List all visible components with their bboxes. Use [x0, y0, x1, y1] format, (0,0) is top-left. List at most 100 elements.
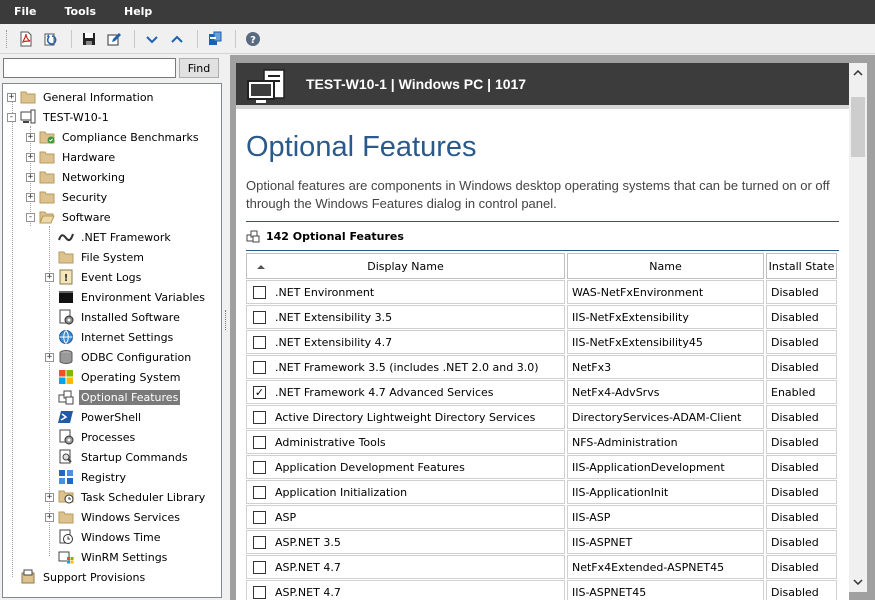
tree-node-registry[interactable]: Registry	[45, 467, 128, 487]
display-name-text: .NET Framework 3.5 (includes .NET 2.0 an…	[275, 360, 539, 374]
feature-checkbox[interactable]	[253, 485, 266, 499]
tree-node-installed-software[interactable]: Installed Software	[45, 307, 182, 327]
expand-icon[interactable]: +	[45, 512, 54, 522]
registry-icon	[58, 469, 74, 485]
feature-checkbox[interactable]	[253, 585, 266, 599]
tree-label: Windows Services	[81, 510, 180, 524]
expand-icon[interactable]: +	[26, 132, 35, 142]
tree-node-event-logs[interactable]: + ! Event Logs	[45, 267, 143, 287]
cell-name: IIS-ASPNET45	[567, 580, 764, 600]
vertical-scrollbar[interactable]	[849, 63, 867, 592]
cell-install-state: Disabled	[766, 455, 837, 479]
gears-icon	[58, 429, 74, 445]
table-row[interactable]: .NET Extensibility 4.7 IIS-NetFxExtensibi…	[246, 330, 839, 354]
tree-node-software[interactable]: - Software	[26, 207, 113, 227]
tree-node-startup-commands[interactable]: Startup Commands	[45, 447, 190, 467]
refresh-button[interactable]	[40, 28, 62, 50]
tree-node-internet-settings[interactable]: Internet Settings	[45, 327, 175, 347]
table-row[interactable]: ASP.NET 3.5 IIS-ASPNET Disabled	[246, 530, 839, 554]
expand-icon[interactable]: +	[26, 152, 35, 162]
powershell-icon	[58, 409, 74, 425]
table-row[interactable]: Application Development Features IIS-Appl…	[246, 455, 839, 479]
tree-label: Compliance Benchmarks	[62, 130, 199, 144]
tree-node-powershell[interactable]: PowerShell	[45, 407, 143, 427]
tree-node-net-framework[interactable]: .NET Framework	[45, 227, 173, 247]
tree-node-compliance-benchmarks[interactable]: + Compliance Benchmarks	[26, 127, 201, 147]
move-up-button[interactable]	[166, 28, 188, 50]
table-row[interactable]: .NET Framework 3.5 (includes .NET 2.0 an…	[246, 355, 839, 379]
tree-node-general-information[interactable]: + General Information	[7, 87, 156, 107]
cell-display-name: ASP.NET 4.7	[246, 555, 565, 579]
tree-node-windows-services[interactable]: + Windows Services	[45, 507, 182, 527]
tree-node-processes[interactable]: Processes	[45, 427, 137, 447]
console-icon	[58, 289, 74, 305]
expand-icon[interactable]: +	[45, 352, 54, 362]
tree-node-computer[interactable]: - TEST-W10-1	[7, 107, 111, 127]
scroll-up-button[interactable]	[849, 63, 867, 83]
feature-checkbox[interactable]	[253, 510, 266, 524]
header-band	[236, 105, 849, 109]
table-row[interactable]: ASP.NET 4.7 IIS-ASPNET45 Disabled	[246, 580, 839, 600]
cell-name: IIS-ApplicationDevelopment	[567, 455, 764, 479]
table-row[interactable]: .NET Environment WAS-NetFxEnvironment Disa…	[246, 280, 839, 304]
tree-node-operating-system[interactable]: Operating System	[45, 367, 183, 387]
tree-node-task-scheduler-library[interactable]: + Task Scheduler Library	[45, 487, 207, 507]
tree-node-file-system[interactable]: File System	[45, 247, 146, 267]
tree-node-windows-time[interactable]: Windows Time	[45, 527, 163, 547]
collapse-icon[interactable]: -	[26, 212, 35, 222]
scroll-thumb[interactable]	[851, 97, 865, 157]
tree-node-networking[interactable]: + Networking	[26, 167, 127, 187]
section-header: 142 Optional Features	[246, 229, 404, 243]
table-row[interactable]: ASP.NET 4.7 NetFx4Extended-ASPNET45 Disabl…	[246, 555, 839, 579]
feature-checkbox[interactable]	[253, 310, 266, 324]
move-down-button[interactable]	[141, 28, 163, 50]
table-row[interactable]: ASP IIS-ASP Disabled	[246, 505, 839, 529]
expand-icon[interactable]: +	[45, 272, 54, 282]
tree-node-support-provisions[interactable]: Support Provisions	[7, 567, 147, 587]
feature-checkbox[interactable]	[253, 460, 266, 474]
column-header-display-name[interactable]: Display Name	[246, 253, 565, 279]
table-row[interactable]: .NET Extensibility 3.5 IIS-NetFxExtensibi…	[246, 305, 839, 329]
find-button[interactable]: Find	[179, 58, 219, 78]
feature-checkbox[interactable]	[253, 435, 266, 449]
tree-node-security[interactable]: + Security	[26, 187, 109, 207]
collapse-icon[interactable]: -	[7, 112, 16, 122]
navigation-tree[interactable]: + General Information - TEST-W10-1 + Com…	[2, 83, 222, 598]
database-button[interactable]	[204, 28, 226, 50]
table-row[interactable]: Administrative Tools NFS-Administration Di…	[246, 430, 839, 454]
column-header-install-state[interactable]: Install State	[766, 253, 837, 279]
tree-node-winrm-settings[interactable]: WinRM Settings	[45, 547, 169, 567]
tree-node-environment-variables[interactable]: Environment Variables	[45, 287, 207, 307]
edit-button[interactable]	[103, 28, 125, 50]
feature-checkbox[interactable]	[253, 535, 266, 549]
cell-install-state: Disabled	[766, 480, 837, 504]
help-button[interactable]: ?	[242, 28, 264, 50]
feature-checkbox[interactable]	[253, 360, 266, 374]
export-pdf-button[interactable]	[15, 28, 37, 50]
menu-file[interactable]: File	[0, 0, 51, 24]
expand-icon[interactable]: +	[26, 172, 35, 182]
tree-label: Networking	[62, 170, 125, 184]
feature-checkbox[interactable]: ✓	[253, 385, 266, 399]
column-header-name[interactable]: Name	[567, 253, 764, 279]
computer-icon	[20, 109, 36, 125]
tree-node-odbc-configuration[interactable]: + ODBC Configuration	[45, 347, 193, 367]
feature-checkbox[interactable]	[253, 410, 266, 424]
tree-node-optional-features[interactable]: Optional Features	[45, 387, 181, 407]
tree-node-hardware[interactable]: + Hardware	[26, 147, 117, 167]
feature-checkbox[interactable]	[253, 285, 266, 299]
expand-icon[interactable]: +	[26, 192, 35, 202]
display-name-text: Active Directory Lightweight Directory S…	[275, 410, 536, 424]
scroll-down-button[interactable]	[849, 572, 867, 592]
save-button[interactable]	[78, 28, 100, 50]
feature-checkbox[interactable]	[253, 560, 266, 574]
table-row[interactable]: ✓ .NET Framework 4.7 Advanced Services Net…	[246, 380, 839, 404]
menu-tools[interactable]: Tools	[51, 0, 110, 24]
table-row[interactable]: Application Initialization IIS-Applicatio…	[246, 480, 839, 504]
search-input[interactable]	[3, 58, 176, 78]
expand-icon[interactable]: +	[45, 492, 54, 502]
expand-icon[interactable]: +	[7, 92, 16, 102]
feature-checkbox[interactable]	[253, 335, 266, 349]
menu-help[interactable]: Help	[110, 0, 166, 24]
table-row[interactable]: Active Directory Lightweight Directory S…	[246, 405, 839, 429]
